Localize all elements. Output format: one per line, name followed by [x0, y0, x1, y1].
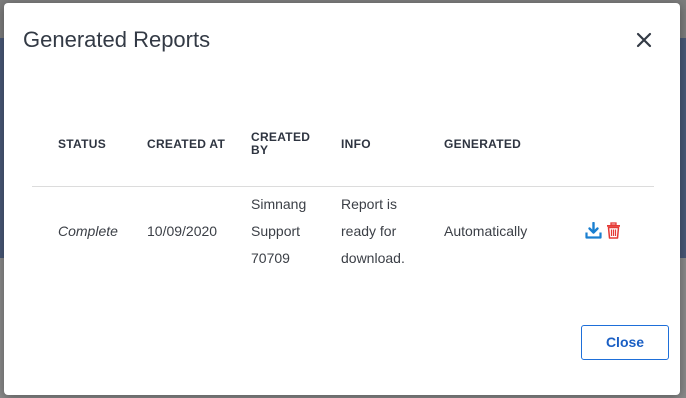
download-icon[interactable]	[585, 222, 602, 239]
column-header-created-by: CREATED BY	[251, 131, 310, 157]
cell-created-at: 10/09/2020	[147, 223, 218, 239]
header-divider	[32, 186, 654, 187]
cell-generated: Automatically	[444, 223, 528, 239]
cell-info: Report is ready for download.	[341, 191, 405, 272]
cell-created-by-line3: 70709	[251, 250, 290, 266]
cell-info-line3: download.	[341, 250, 405, 266]
column-header-status: STATUS	[58, 137, 107, 151]
trash-icon[interactable]	[605, 222, 622, 239]
cell-created-by-line2: Support	[251, 223, 301, 239]
column-header-generated: GENERATED	[444, 137, 522, 151]
cell-info-line2: ready for	[341, 223, 397, 239]
column-header-created-by-line2: BY	[251, 143, 269, 157]
close-button[interactable]: Close	[581, 325, 669, 360]
row-actions	[585, 222, 622, 239]
cell-created-by: Simnang Support 70709	[251, 191, 306, 272]
page-backdrop: Generated Reports STATUS CREATED AT CREA…	[0, 0, 686, 398]
dialog-title: Generated Reports	[23, 27, 211, 52]
close-icon[interactable]	[632, 28, 656, 52]
cell-info-line1: Report is	[341, 196, 398, 212]
cell-created-by-line1: Simnang	[251, 196, 307, 212]
cell-status: Complete	[58, 223, 118, 239]
column-header-info: INFO	[341, 137, 371, 151]
column-header-created-at: CREATED AT	[147, 137, 226, 151]
